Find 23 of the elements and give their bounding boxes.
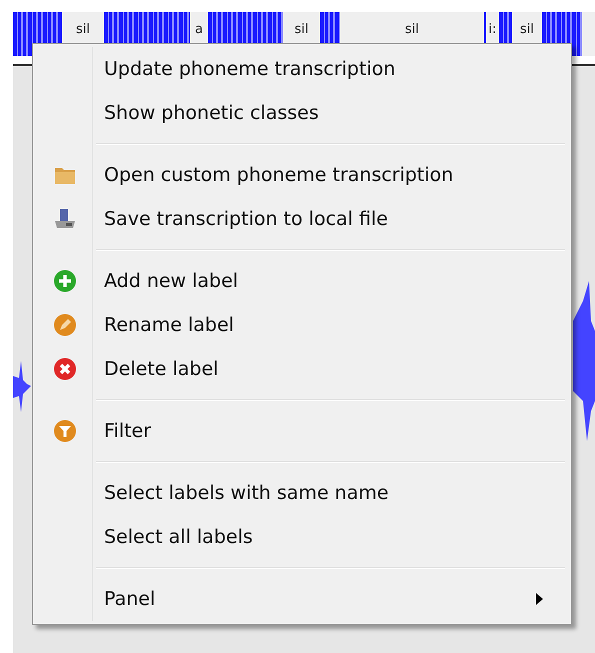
phoneme-label[interactable]: sil	[405, 23, 419, 36]
phoneme-label[interactable]: sil	[294, 23, 308, 36]
delete-icon	[52, 357, 76, 381]
phoneme-label[interactable]: sil	[76, 23, 90, 36]
menu-item[interactable]: Update phoneme transcription	[35, 47, 569, 91]
add-icon	[52, 269, 76, 293]
phoneme-label[interactable]: a	[195, 23, 203, 36]
menu-item[interactable]: Rename label	[35, 303, 569, 347]
menu-item[interactable]: Save transcription to local file	[35, 197, 569, 241]
menu-item[interactable]: Show phonetic classes	[35, 91, 569, 135]
menu-item[interactable]: Select labels with same name	[35, 471, 569, 515]
menu-item[interactable]: Delete label	[35, 347, 569, 391]
phoneme-label[interactable]: i:	[488, 23, 496, 36]
menu-item[interactable]: Select all labels	[35, 515, 569, 559]
menu-item[interactable]: Add new label	[35, 259, 569, 303]
phoneme-label[interactable]: sil	[520, 23, 534, 36]
folder-icon	[54, 165, 76, 185]
disk-drive-icon	[52, 208, 76, 230]
menu-item[interactable]: Panel	[35, 577, 569, 621]
pencil-icon	[52, 313, 76, 337]
menu-item[interactable]: Filter	[35, 409, 569, 453]
filter-icon	[52, 419, 76, 443]
menu-item[interactable]: Open custom phoneme transcription	[35, 153, 569, 197]
